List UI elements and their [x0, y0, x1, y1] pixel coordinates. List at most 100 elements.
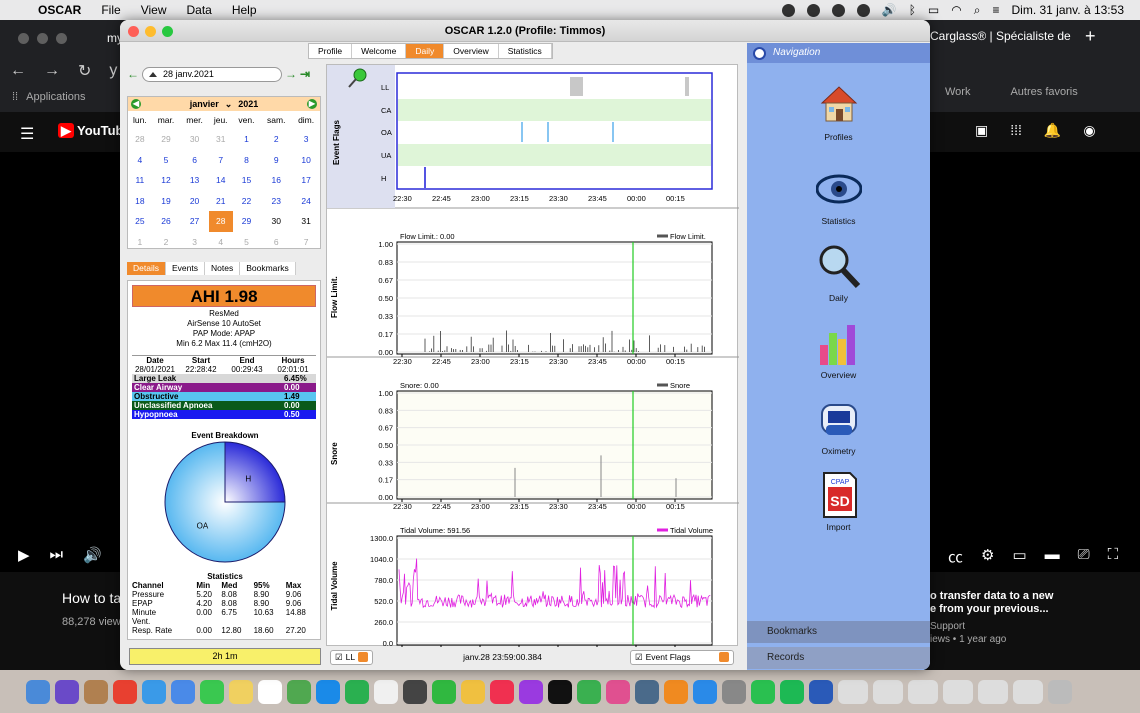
- calendar-day[interactable]: 1: [128, 232, 152, 253]
- calendar-day[interactable]: 10: [292, 150, 320, 171]
- reload-icon[interactable]: ↻: [78, 61, 91, 81]
- status-icon[interactable]: [806, 3, 820, 17]
- app-icon[interactable]: [461, 679, 485, 704]
- nav-statistics[interactable]: Statistics: [747, 165, 930, 226]
- volume-icon[interactable]: 🔊: [882, 3, 897, 17]
- books-icon[interactable]: [664, 679, 688, 704]
- siri-icon[interactable]: [55, 679, 79, 704]
- create-icon[interactable]: ▣: [975, 122, 988, 139]
- bookmark-work[interactable]: Work: [945, 86, 970, 98]
- calendar-day[interactable]: 27: [180, 211, 209, 232]
- calendar-day[interactable]: 30: [260, 211, 292, 232]
- mail-icon[interactable]: [171, 679, 195, 704]
- tab-daily[interactable]: Daily: [406, 44, 445, 58]
- calendar-day[interactable]: 25: [128, 211, 152, 232]
- calendar-day[interactable]: 26: [152, 211, 181, 232]
- app-store-icon[interactable]: [693, 679, 717, 704]
- calendar-day[interactable]: 11: [128, 170, 152, 191]
- recent-window[interactable]: [943, 679, 973, 704]
- captions-icon[interactable]: ㏄: [948, 546, 963, 567]
- calendar-day[interactable]: 31: [209, 129, 233, 150]
- calendar-year[interactable]: 2021: [238, 99, 258, 109]
- new-tab-icon[interactable]: +: [1085, 26, 1096, 47]
- control-center-icon[interactable]: ≡: [992, 3, 999, 17]
- settings-icon[interactable]: ⚙: [981, 546, 994, 567]
- calendar-day[interactable]: 24: [292, 191, 320, 212]
- calendar-day[interactable]: 13: [180, 170, 209, 191]
- calendar-day[interactable]: 28: [208, 211, 233, 232]
- nav-bookmarks[interactable]: Bookmarks: [747, 621, 930, 643]
- calendar-day[interactable]: 4: [128, 150, 152, 171]
- status-icon[interactable]: [831, 3, 845, 17]
- whatsapp-icon[interactable]: [751, 679, 775, 704]
- calendar-icon[interactable]: [258, 679, 282, 704]
- facetime-icon[interactable]: [432, 679, 456, 704]
- forward-icon[interactable]: →: [44, 62, 60, 80]
- tab-events[interactable]: Events: [165, 262, 205, 275]
- back-icon[interactable]: ←: [10, 62, 26, 80]
- calendar-day[interactable]: 5: [152, 150, 181, 171]
- next-day-icon[interactable]: →: [285, 67, 297, 81]
- volume-icon[interactable]: 🔊: [83, 546, 102, 564]
- calendar-day[interactable]: 4: [209, 232, 233, 253]
- reminders-icon[interactable]: [374, 679, 398, 704]
- calendar-day[interactable]: 2: [260, 129, 292, 150]
- numbers-icon[interactable]: [577, 679, 601, 704]
- calendar-day[interactable]: 21: [209, 191, 233, 212]
- calendar-day[interactable]: 7: [209, 150, 233, 171]
- chrome-icon[interactable]: [113, 679, 137, 704]
- related-title[interactable]: o transfer data to a new e from your prev…: [930, 590, 1053, 616]
- calendar-day[interactable]: 29: [152, 129, 181, 150]
- event-flags-toggle[interactable]: ☑ Event Flags: [630, 649, 734, 665]
- cast-icon[interactable]: ⎚: [1078, 546, 1090, 567]
- calendar-day[interactable]: 23: [260, 191, 292, 212]
- menu-view[interactable]: View: [141, 3, 167, 17]
- nav-records[interactable]: Records: [747, 647, 930, 669]
- calendar-day[interactable]: 1: [233, 129, 261, 150]
- calendar-day[interactable]: 19: [152, 191, 181, 212]
- fullscreen-icon[interactable]: ⛶: [1108, 546, 1119, 567]
- theater-icon[interactable]: ▬: [1045, 546, 1060, 567]
- calendar-day[interactable]: 30: [180, 129, 209, 150]
- menu-icon[interactable]: ☰: [20, 124, 34, 144]
- tab-welcome[interactable]: Welcome: [352, 44, 407, 58]
- bookmark-other[interactable]: Autres favoris: [1010, 86, 1077, 98]
- finder-icon[interactable]: [26, 679, 50, 704]
- recent-window[interactable]: [1013, 679, 1043, 704]
- next-month-icon[interactable]: ▶: [307, 99, 317, 109]
- miniplayer-icon[interactable]: ▭: [1012, 546, 1026, 567]
- calendar-day[interactable]: 16: [260, 170, 292, 191]
- next-icon[interactable]: ⏭: [50, 546, 64, 564]
- calendar-day[interactable]: 5: [233, 232, 261, 253]
- browser-tab[interactable]: Carglass® | Spécialiste de: [930, 29, 1071, 43]
- notes-icon[interactable]: [229, 679, 253, 704]
- calendar-day[interactable]: 6: [180, 150, 209, 171]
- session-duration-bar[interactable]: 2h 1m: [129, 648, 321, 665]
- app-icon[interactable]: [635, 679, 659, 704]
- apps-icon[interactable]: ⁞⁞: [12, 91, 18, 103]
- recent-window[interactable]: [908, 679, 938, 704]
- notifications-icon[interactable]: 🔔: [1044, 122, 1061, 139]
- play-icon[interactable]: ▶: [18, 546, 30, 564]
- menu-data[interactable]: Data: [186, 3, 211, 17]
- avatar[interactable]: ◉: [1083, 122, 1095, 139]
- address-bar[interactable]: y: [109, 62, 117, 80]
- last-day-icon[interactable]: ⇥: [300, 67, 310, 81]
- calendar-month[interactable]: janvier: [190, 99, 219, 109]
- calendar-day[interactable]: 12: [152, 170, 181, 191]
- menu-help[interactable]: Help: [232, 3, 257, 17]
- app-icon[interactable]: [84, 679, 108, 704]
- nav-overview[interactable]: Overview: [747, 319, 930, 380]
- battery-icon[interactable]: ▭: [928, 3, 939, 17]
- calendar-day[interactable]: 18: [128, 191, 152, 212]
- tab-bookmarks[interactable]: Bookmarks: [240, 262, 296, 275]
- dropdown-icon[interactable]: [719, 652, 729, 662]
- status-icon[interactable]: [856, 3, 870, 17]
- prev-day-icon[interactable]: ←: [127, 67, 139, 81]
- maps-icon[interactable]: [287, 679, 311, 704]
- calendar-day[interactable]: 22: [233, 191, 261, 212]
- clock[interactable]: Dim. 31 janv. à 13:53: [1011, 3, 1124, 17]
- messages-icon[interactable]: [200, 679, 224, 704]
- calendar-day[interactable]: 29: [233, 211, 261, 232]
- spotify-icon[interactable]: [780, 679, 804, 704]
